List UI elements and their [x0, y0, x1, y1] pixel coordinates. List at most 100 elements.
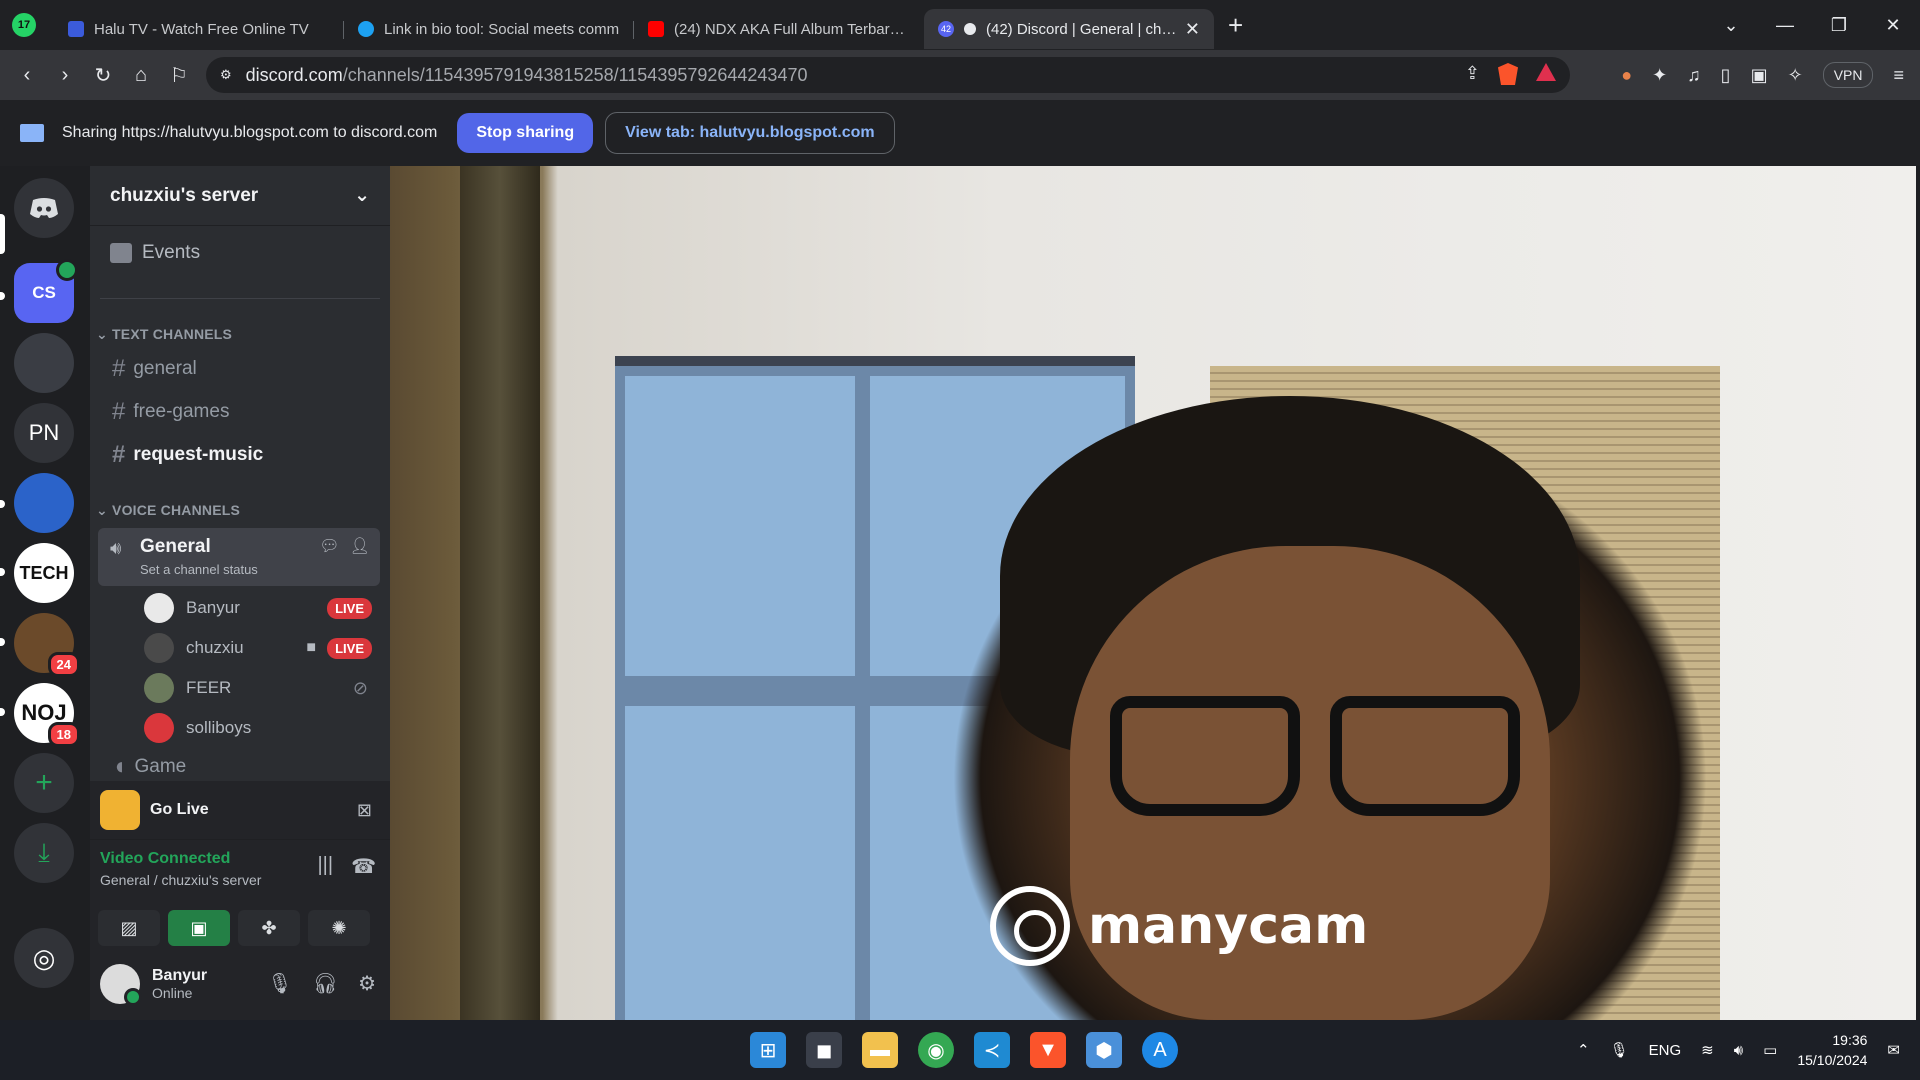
bookmark-icon[interactable]: ⚐	[160, 63, 198, 88]
voice-user[interactable]: solliboys	[144, 710, 378, 746]
connection-status[interactable]: Video Connected	[100, 850, 230, 868]
server-icon-4[interactable]	[14, 473, 74, 533]
chat-icon[interactable]: 💬︎	[319, 536, 339, 556]
server-icon-cs[interactable]: CS	[14, 259, 78, 323]
text-channels-category[interactable]: ⌄ TEXT CHANNELS	[96, 326, 232, 343]
server-icon-noj[interactable]: NOJ 18	[14, 683, 80, 747]
server-icon-2[interactable]	[14, 333, 74, 393]
share-icon[interactable]: ⇪	[1465, 63, 1480, 85]
user-avatar[interactable]	[100, 963, 142, 1006]
browser-tab[interactable]: Link in bio tool: Social meets comm	[344, 9, 634, 49]
brave-rewards-icon[interactable]	[1536, 63, 1556, 81]
download-apps-icon[interactable]: ⤓	[14, 823, 74, 883]
forward-icon[interactable]: ›	[46, 64, 84, 87]
voice-channel-name: General	[140, 536, 211, 557]
wifi-icon[interactable]: ≋	[1701, 1041, 1714, 1059]
vscode-icon[interactable]: ≺	[974, 1032, 1010, 1068]
notifications-icon[interactable]: ✉	[1887, 1041, 1900, 1059]
volume-icon[interactable]: 🔊︎	[1734, 1042, 1743, 1059]
window-close-icon[interactable]: ✕	[1866, 15, 1920, 36]
microphone-icon[interactable]: 🎙︎	[267, 971, 292, 996]
chevron-up-icon[interactable]: ⌃	[1577, 1041, 1590, 1059]
user-name[interactable]: Banyur	[152, 967, 207, 985]
discord-home-icon[interactable]	[14, 178, 74, 238]
back-icon[interactable]: ‹	[8, 64, 46, 87]
media-icon[interactable]: ♫	[1687, 65, 1701, 86]
restore-icon[interactable]: ❐	[1812, 15, 1866, 36]
channel-request-music[interactable]: # request-music	[98, 436, 382, 474]
channel-status[interactable]: Set a channel status	[140, 562, 258, 577]
channel-general[interactable]: # general	[98, 350, 382, 388]
wallet-icon[interactable]: ▣	[1751, 65, 1768, 86]
chrome-icon[interactable]: ◉	[918, 1032, 954, 1068]
camera-off-button[interactable]: ▨	[98, 910, 160, 946]
headphones-icon[interactable]: 🎧︎	[313, 971, 338, 996]
voice-channels-category[interactable]: ⌄ VOICE CHANNELS	[96, 502, 240, 519]
minimize-icon[interactable]: —	[1758, 15, 1812, 36]
watermark-text: manycam	[1088, 896, 1369, 956]
voice-channel-general[interactable]: 🔊︎ General Set a channel status 💬︎ 👤︎	[98, 528, 380, 586]
new-tab-icon[interactable]: +	[1228, 10, 1243, 41]
channel-free-games[interactable]: # free-games	[98, 393, 382, 431]
url-field[interactable]: ⚙ discord.com/channels/11543957919438152…	[206, 57, 1570, 93]
whatsapp-icon[interactable]: 17	[12, 13, 36, 37]
microphone-tray-icon[interactable]: 🎙︎	[1610, 1041, 1629, 1059]
reload-icon[interactable]: ↻	[84, 63, 122, 88]
voice-user[interactable]: FEER ⊘	[144, 670, 378, 706]
server-header[interactable]: chuzxiu's server ⌄	[90, 166, 390, 226]
tab-search-icon[interactable]: ⌄	[1704, 15, 1758, 36]
file-explorer-icon[interactable]: ▬	[862, 1032, 898, 1068]
add-server-icon[interactable]: +	[14, 753, 74, 813]
live-badge[interactable]: LIVE	[327, 637, 372, 659]
events-item[interactable]: Events	[110, 242, 200, 264]
brave-icon[interactable]: ▼	[1030, 1032, 1066, 1068]
activities-button[interactable]: ✤	[238, 910, 300, 946]
manycam-watermark: manycam	[990, 886, 1368, 966]
server-icon-tech[interactable]: TECH	[14, 543, 74, 603]
screen-share-icon	[20, 124, 44, 142]
battery-icon[interactable]: ▭	[1763, 1041, 1777, 1059]
extensions-icon[interactable]: ✦	[1652, 65, 1667, 86]
invite-icon[interactable]: 👤︎	[350, 536, 370, 556]
voice-user[interactable]: Banyur LIVE	[144, 590, 378, 626]
browser-tab[interactable]: (24) NDX AKA Full Album Terbaru 20	[634, 9, 924, 49]
video-background	[625, 376, 855, 676]
settings-gear-icon[interactable]: ⚙	[358, 971, 376, 996]
vpn-button[interactable]: VPN	[1822, 62, 1874, 88]
voice-user-name: FEER	[186, 678, 232, 697]
noise-suppression-icon[interactable]: |||	[317, 854, 333, 879]
go-live-label[interactable]: Go Live	[150, 801, 209, 819]
view-tab-button[interactable]: View tab: halutvyu.blogspot.com	[605, 112, 895, 154]
stream-video[interactable]: manycam	[390, 166, 1916, 1020]
site-info-icon[interactable]: ⚙	[220, 67, 232, 83]
server-icon-cookie[interactable]: 24	[14, 613, 80, 677]
app-icon[interactable]: ⬢	[1086, 1032, 1122, 1068]
discover-icon[interactable]: ◎	[14, 928, 74, 988]
stop-sharing-button[interactable]: Stop sharing	[457, 113, 594, 153]
leo-ai-icon[interactable]: ✧	[1788, 65, 1803, 86]
live-badge[interactable]: LIVE	[327, 597, 372, 619]
disconnect-icon[interactable]: ☎	[351, 854, 376, 879]
windows-start-icon[interactable]: ⊞	[750, 1032, 786, 1068]
soundboard-button[interactable]: ✺	[308, 910, 370, 946]
close-tab-icon[interactable]: ✕	[1185, 19, 1200, 40]
selected-server-indicator	[0, 214, 5, 254]
menu-icon[interactable]: ≡	[1893, 65, 1904, 86]
voice-channel-game[interactable]: ◖ Game	[98, 754, 382, 780]
screen-share-button[interactable]: ▣	[168, 910, 230, 946]
voice-user[interactable]: chuzxiu ■ LIVE	[144, 630, 378, 666]
language-indicator[interactable]: ENG	[1649, 1042, 1682, 1059]
browser-tab[interactable]: Halu TV - Watch Free Online TV	[54, 9, 344, 49]
url-host: discord.com	[245, 64, 343, 85]
connection-location[interactable]: General / chuzxiu's server	[100, 872, 261, 888]
brave-shields-icon[interactable]	[1498, 63, 1518, 85]
app-store-icon[interactable]: A	[1142, 1032, 1178, 1068]
server-icon-pn[interactable]: PN	[14, 403, 74, 463]
browser-tab-active[interactable]: 42 (42) Discord | General | chuz ✕	[924, 9, 1214, 49]
home-icon[interactable]: ⌂	[122, 64, 160, 87]
clock[interactable]: 19:36 15/10/2024	[1797, 1030, 1867, 1070]
sidebar-icon[interactable]: ▯	[1721, 65, 1731, 86]
stop-stream-icon[interactable]: ⊠	[357, 800, 372, 821]
cookie-extension-icon[interactable]: ●	[1621, 65, 1632, 86]
store-icon[interactable]: ◼	[806, 1032, 842, 1068]
